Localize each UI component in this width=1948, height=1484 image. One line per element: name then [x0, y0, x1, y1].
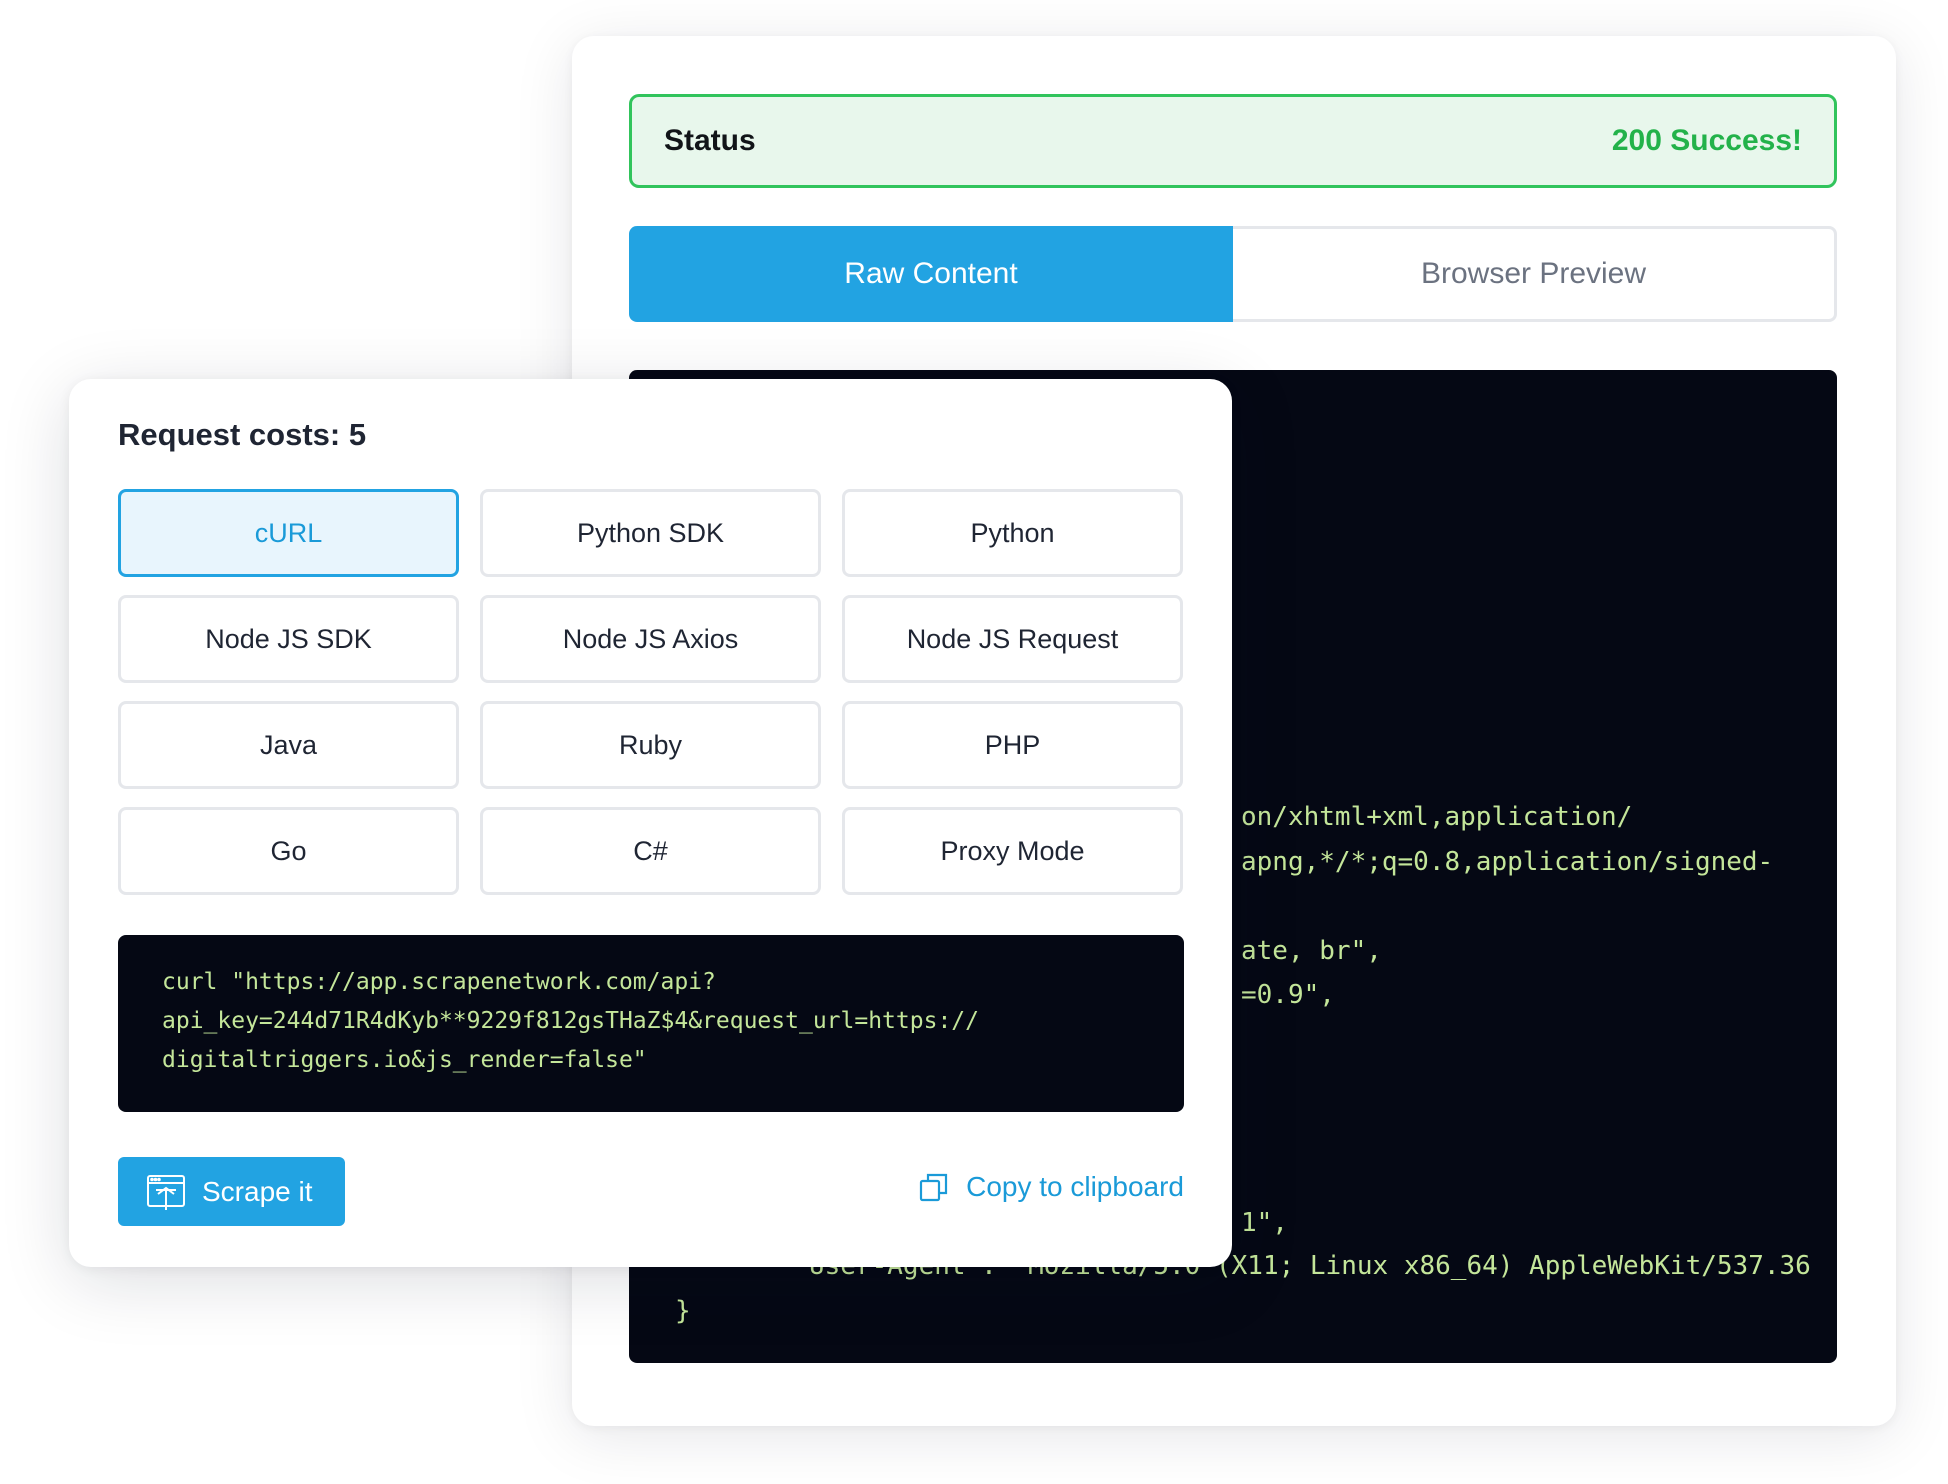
language-button-python-sdk[interactable]: Python SDK	[480, 489, 821, 577]
language-button-csharp[interactable]: C#	[480, 807, 821, 895]
response-code-line: }	[675, 1296, 691, 1326]
language-button-curl[interactable]: cURL	[118, 489, 459, 577]
status-value: 200 Success!	[1611, 124, 1802, 157]
copy-to-clipboard-label: Copy to clipboard	[966, 1171, 1184, 1202]
request-costs-title: Request costs: 5	[118, 417, 367, 452]
language-button-node-js-axios[interactable]: Node JS Axios	[480, 595, 821, 683]
language-button-go[interactable]: Go	[118, 807, 459, 895]
response-code-line: ate, br",	[1241, 936, 1382, 966]
copy-to-clipboard-button[interactable]: Copy to clipboard	[918, 1171, 1184, 1203]
scrape-browser-icon	[146, 1172, 186, 1212]
language-button-ruby[interactable]: Ruby	[480, 701, 821, 789]
response-code-line: =0.9",	[1241, 980, 1335, 1010]
tab-browser-preview[interactable]: Browser Preview	[1233, 226, 1837, 322]
language-grid: cURL Python SDK Python Node JS SDK Node …	[118, 489, 1184, 895]
language-button-proxy-mode[interactable]: Proxy Mode	[842, 807, 1183, 895]
response-code-line: on/xhtml+xml,application/	[1241, 802, 1633, 832]
response-code-line: apng,*/*;q=0.8,application/signed-	[1241, 847, 1774, 877]
request-code-line: api_key=244d71R4dKyb**9229f812gsTHaZ$4&r…	[162, 1008, 979, 1034]
request-code-block[interactable]: curl "https://app.scrapenetwork.com/api?…	[118, 935, 1184, 1112]
response-tabs: Raw Content Browser Preview	[629, 226, 1837, 322]
language-button-node-js-sdk[interactable]: Node JS SDK	[118, 595, 459, 683]
request-code-line: digitaltriggers.io&js_render=false"	[162, 1047, 647, 1073]
copy-icon	[918, 1171, 950, 1203]
scrape-it-label: Scrape it	[202, 1175, 313, 1207]
language-button-php[interactable]: PHP	[842, 701, 1183, 789]
request-code-line: curl "https://app.scrapenetwork.com/api?	[162, 969, 716, 995]
status-label: Status	[664, 124, 756, 157]
request-panel: Request costs: 5 cURL Python SDK Python …	[69, 379, 1232, 1267]
language-button-java[interactable]: Java	[118, 701, 459, 789]
response-code-line: 1",	[1241, 1208, 1288, 1238]
language-button-node-js-request[interactable]: Node JS Request	[842, 595, 1183, 683]
scrape-it-button[interactable]: Scrape it	[118, 1157, 345, 1226]
tab-raw-content[interactable]: Raw Content	[629, 226, 1233, 322]
status-bar: Status 200 Success!	[629, 94, 1837, 188]
language-button-python[interactable]: Python	[842, 489, 1183, 577]
